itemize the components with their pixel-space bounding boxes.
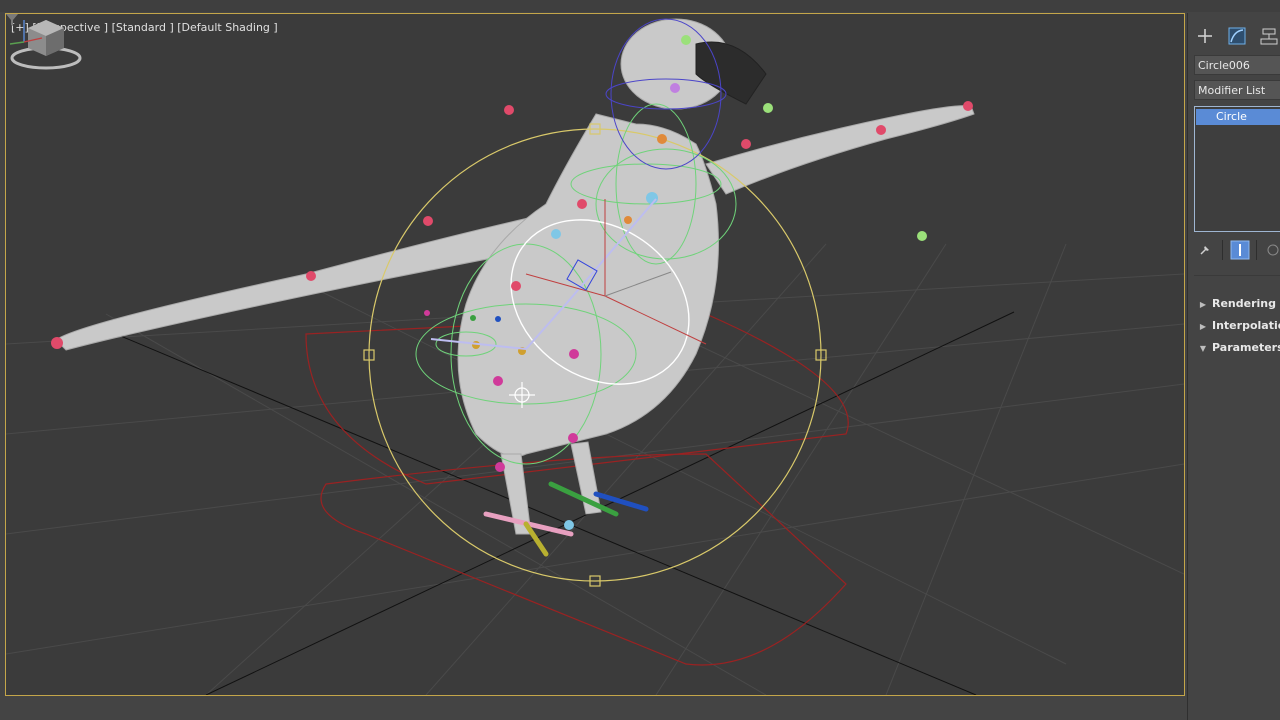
modifier-list-dropdown[interactable]: Modifier List	[1194, 80, 1280, 100]
object-name-field[interactable]: Circle006	[1194, 55, 1280, 75]
create-tab-icon[interactable]	[1194, 25, 1216, 47]
axis-tripod-icon	[9, 20, 43, 45]
viewport-shading-menu[interactable]: [Default Shading ]	[177, 21, 277, 34]
stack-item-circle[interactable]: Circle	[1196, 109, 1280, 125]
rollout-divider	[1194, 275, 1280, 276]
rollout-label: Interpolation	[1212, 319, 1280, 332]
tool-divider	[1222, 240, 1223, 260]
bird-mesh[interactable]	[55, 18, 975, 535]
stack-tools	[1194, 239, 1280, 263]
rollout-rendering[interactable]: ▶ Rendering	[1194, 294, 1280, 314]
scene-canvas[interactable]	[6, 14, 1184, 695]
chevron-right-icon: ▶	[1199, 322, 1207, 331]
viewport-standard-menu[interactable]: [Standard ]	[112, 21, 174, 34]
rollout-interpolation[interactable]: ▶ Interpolation	[1194, 316, 1280, 336]
tool-divider	[1256, 240, 1257, 260]
top-strip	[0, 0, 1280, 12]
perspective-viewport[interactable]: [+] [Perspective ] [Standard ] [Default …	[5, 13, 1185, 696]
modifier-stack[interactable]: Circle	[1194, 106, 1280, 232]
rollout-parameters[interactable]: ▼ Parameters	[1194, 338, 1280, 358]
command-panel: Circle006 Modifier List Circle ▶ Renderin…	[1187, 13, 1280, 720]
hierarchy-tab-icon[interactable]	[1258, 25, 1280, 47]
chevron-right-icon: ▶	[1199, 300, 1207, 309]
rollout-label: Rendering	[1212, 297, 1276, 310]
command-panel-tabs	[1188, 21, 1280, 51]
chevron-down-icon: ▼	[1199, 344, 1207, 353]
pin-stack-icon[interactable]	[1198, 243, 1212, 257]
show-end-result-icon[interactable]	[1230, 240, 1250, 260]
modify-tab-icon[interactable]	[1226, 25, 1248, 47]
rollout-label: Parameters	[1212, 341, 1280, 354]
make-unique-icon[interactable]	[1266, 243, 1280, 257]
